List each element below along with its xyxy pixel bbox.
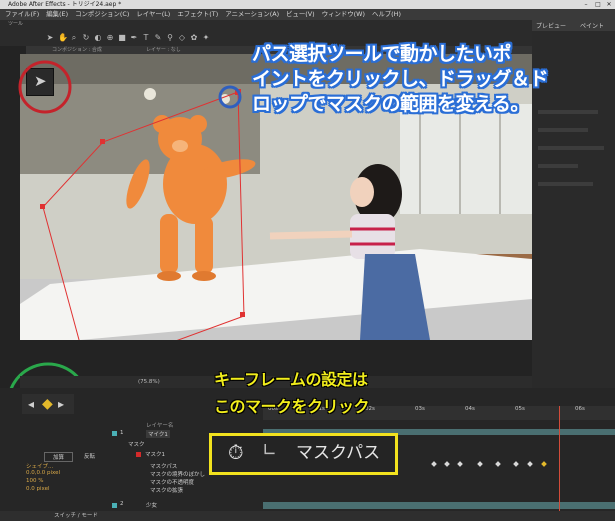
- mask-feather-value[interactable]: 0.0,0.0 pixel: [26, 470, 60, 476]
- mask-opacity-value[interactable]: 100 %: [26, 478, 43, 484]
- mask-path-value[interactable]: シェイプ...: [26, 462, 53, 470]
- path-tool-callout: パス選択ツールで動かしたいポ イントをクリックし、ドラッグ＆ド ロップでマスクの…: [252, 42, 549, 117]
- layer-color-label: [112, 503, 117, 508]
- mask-color-swatch[interactable]: [136, 452, 141, 457]
- switches-modes-toggle[interactable]: スイッチ / モード: [54, 511, 98, 521]
- mask-mode-dropdown[interactable]: 加算: [44, 452, 74, 462]
- callout-line: ロップでマスクの範囲を変える。: [252, 93, 529, 115]
- right-panel-row: [538, 182, 593, 186]
- timeline-footer: スイッチ / モード: [0, 511, 615, 521]
- add-keyframe-icon[interactable]: ◆: [42, 396, 53, 412]
- layer-color-label: [112, 431, 117, 436]
- time-tick: 06s: [575, 406, 585, 412]
- next-keyframe-icon[interactable]: ▸: [58, 397, 64, 411]
- mask-path-zoom-label: マスクパス: [296, 443, 381, 463]
- layer-name[interactable]: 少女: [146, 501, 157, 509]
- right-panel-row: [538, 164, 578, 168]
- blue-circle-annotation: [218, 85, 242, 109]
- mask-path-label: マスクパス: [150, 464, 178, 470]
- mask-expansion-label: マスクの拡張: [150, 488, 184, 494]
- layer-index: 1: [120, 430, 124, 436]
- keyframe-callout: キーフレームの設定は このマークをクリック: [214, 366, 370, 420]
- time-tick: 03s: [415, 406, 425, 412]
- current-time-indicator[interactable]: [559, 406, 560, 521]
- right-panel-row: [538, 128, 588, 132]
- layer-name[interactable]: マイク1: [146, 430, 170, 438]
- layer-name-header: レイヤー名: [146, 423, 174, 429]
- preview-tab[interactable]: プレビュー: [536, 21, 566, 30]
- mask-name[interactable]: マスク1: [145, 450, 165, 458]
- zoom-level[interactable]: (75.8%): [138, 376, 160, 388]
- time-tick: 04s: [465, 406, 475, 412]
- mask-feather-label: マスクの境界のぼかし: [150, 472, 206, 478]
- callout-line: このマークをクリック: [214, 397, 370, 416]
- layer-index: 2: [120, 501, 124, 507]
- mask-group-label[interactable]: マスク: [128, 440, 145, 448]
- graph-icon: ∟: [262, 440, 278, 461]
- callout-line: パス選択ツールで動かしたいポ: [252, 43, 512, 65]
- keyframe-navigator-zoom: ◂ ◆ ▸: [22, 394, 74, 414]
- callout-line: キーフレームの設定は: [214, 370, 368, 389]
- mask-opacity-label: マスクの不透明度: [150, 480, 195, 486]
- stopwatch-icon[interactable]: ⏱: [228, 440, 244, 464]
- prev-keyframe-icon[interactable]: ◂: [28, 397, 34, 411]
- red-circle-annotation: [18, 60, 72, 114]
- callout-line: イントをクリックし、ドラッグ＆ド: [252, 68, 549, 90]
- time-tick: 05s: [515, 406, 525, 412]
- right-panel-row: [538, 146, 604, 150]
- mask-expansion-value[interactable]: 0.0 pixel: [26, 486, 50, 492]
- paint-tab[interactable]: ペイント: [580, 21, 604, 30]
- mask-invert-checkbox[interactable]: 反転: [84, 452, 95, 460]
- layer-duration-bar[interactable]: [263, 502, 615, 509]
- right-panel-tabs: プレビュー ペイント: [532, 20, 615, 31]
